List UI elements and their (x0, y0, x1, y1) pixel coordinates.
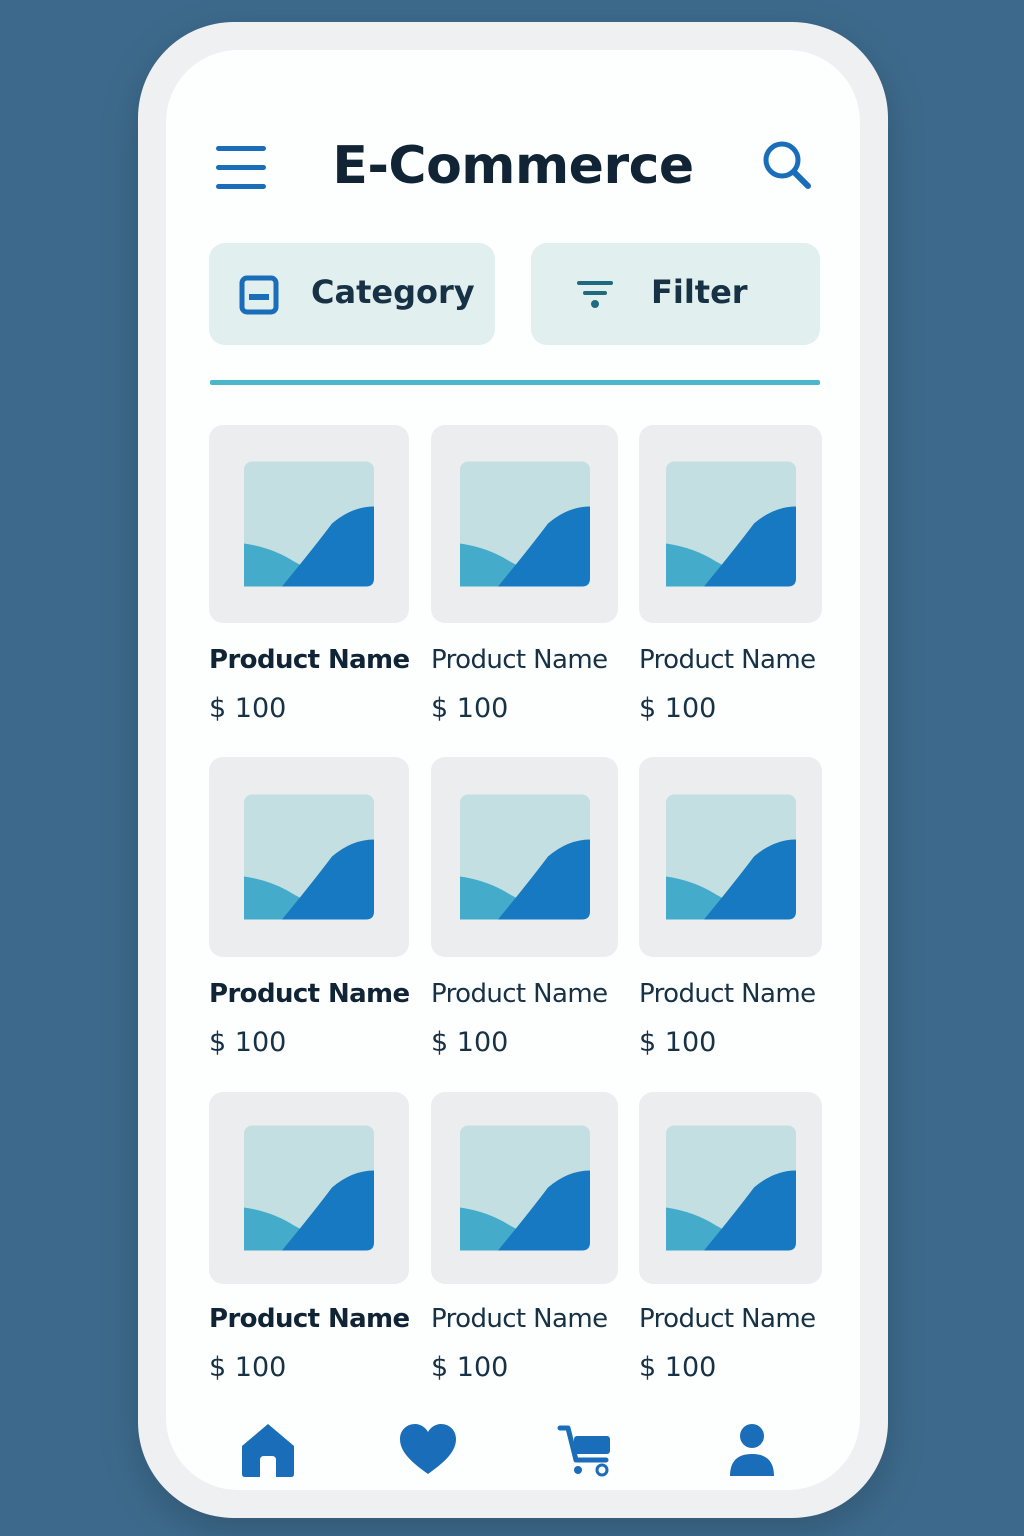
product-name: Product Name (209, 1304, 410, 1334)
product-image (209, 425, 409, 623)
product-image (431, 757, 618, 957)
product-price: $ 100 (431, 693, 509, 724)
product-image (431, 1092, 618, 1284)
product-card[interactable]: Product Name $ 100 (639, 757, 822, 1067)
product-image (431, 425, 618, 623)
phone-frame: E-Commerce Category Filter Product Name … (138, 22, 888, 1518)
product-name: Product Name (209, 645, 410, 675)
product-image (639, 757, 822, 957)
heart-icon[interactable] (398, 1420, 458, 1480)
product-card[interactable]: Product Name $ 100 (431, 757, 618, 1067)
product-card[interactable]: Product Name $ 100 (209, 1092, 410, 1392)
product-image (639, 1092, 822, 1284)
product-name: Product Name (431, 645, 608, 675)
product-price: $ 100 (639, 1352, 717, 1383)
product-name: Product Name (431, 979, 608, 1009)
product-image (639, 425, 822, 623)
product-name: Product Name (639, 1304, 816, 1334)
product-card[interactable]: Product Name $ 100 (431, 425, 618, 735)
product-card[interactable]: Product Name $ 100 (431, 1092, 618, 1392)
product-image (209, 1092, 409, 1284)
product-name: Product Name (639, 645, 816, 675)
product-price: $ 100 (209, 1352, 287, 1383)
user-icon[interactable] (722, 1420, 782, 1480)
app-screen: E-Commerce Category Filter Product Name … (166, 50, 860, 1490)
product-name: Product Name (639, 979, 816, 1009)
product-price: $ 100 (209, 1027, 287, 1058)
product-grid: Product Name $ 100 Product Name $ 100 Pr… (166, 50, 860, 1490)
home-icon[interactable] (238, 1420, 298, 1480)
product-price: $ 100 (431, 1027, 509, 1058)
product-card[interactable]: Product Name $ 100 (639, 1092, 822, 1392)
product-price: $ 100 (639, 1027, 717, 1058)
product-image (209, 757, 409, 957)
bottom-nav (166, 1420, 860, 1490)
product-price: $ 100 (431, 1352, 509, 1383)
product-card[interactable]: Product Name $ 100 (639, 425, 822, 735)
product-card[interactable]: Product Name $ 100 (209, 425, 410, 735)
product-name: Product Name (209, 979, 410, 1009)
product-price: $ 100 (209, 693, 287, 724)
cart-icon[interactable] (556, 1420, 616, 1480)
product-name: Product Name (431, 1304, 608, 1334)
product-price: $ 100 (639, 693, 717, 724)
product-card[interactable]: Product Name $ 100 (209, 757, 410, 1067)
